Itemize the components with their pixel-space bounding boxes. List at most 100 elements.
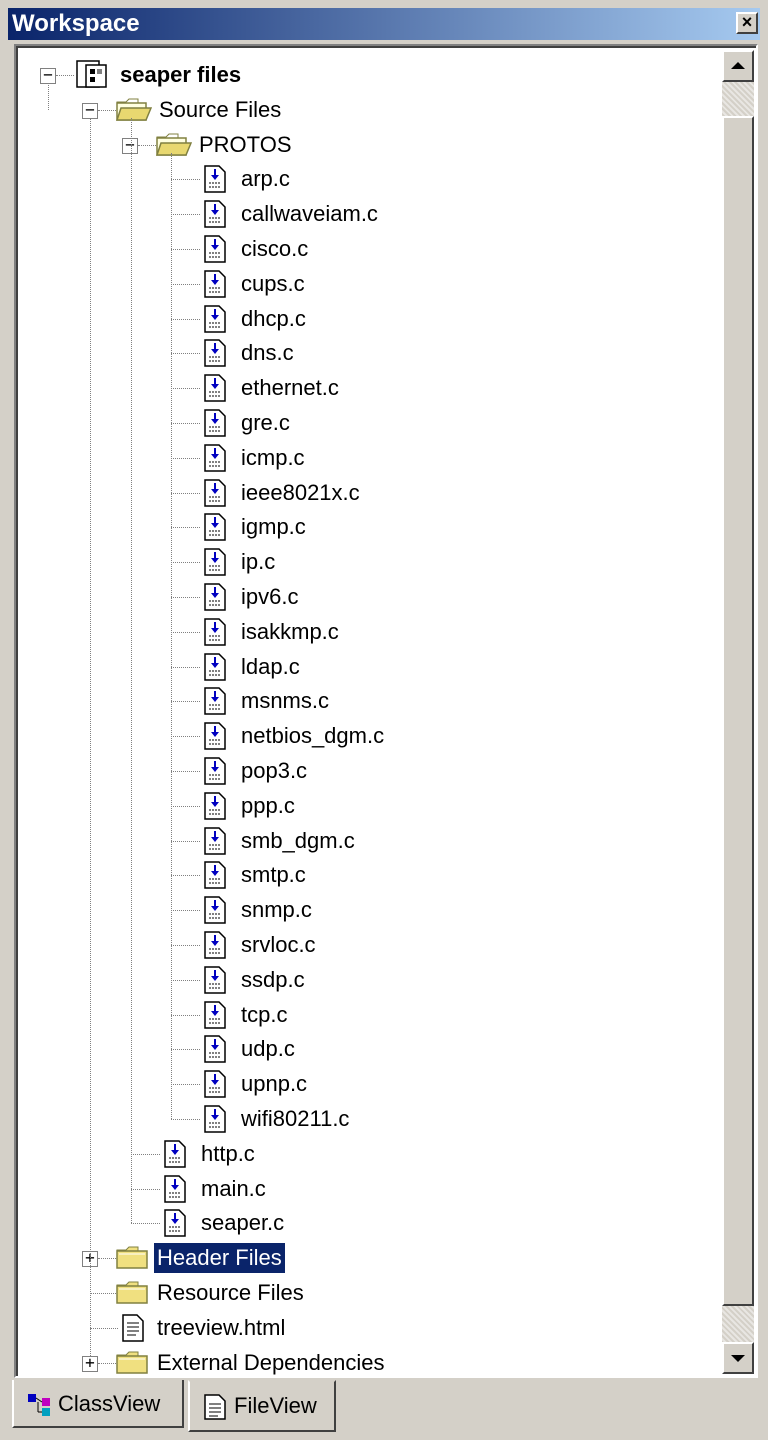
folder-open-icon bbox=[155, 133, 193, 157]
tree-file-item[interactable]: smb_dgm.c bbox=[238, 826, 358, 856]
tree-root-label[interactable]: seaper files bbox=[117, 60, 244, 90]
tree-file-item[interactable]: ip.c bbox=[238, 547, 278, 577]
tree-line bbox=[171, 597, 200, 598]
tree-file-item[interactable]: smtp.c bbox=[238, 860, 309, 890]
c-source-file-icon bbox=[204, 1035, 226, 1064]
close-button[interactable]: × bbox=[736, 12, 758, 34]
tree-folder-header-files[interactable]: Header Files bbox=[153, 1242, 286, 1275]
tree-file-item[interactable]: dns.c bbox=[238, 338, 297, 368]
tree-file-item[interactable]: upnp.c bbox=[238, 1069, 310, 1099]
tree-line bbox=[171, 840, 200, 842]
class-view-icon bbox=[28, 1394, 50, 1416]
c-source-file-icon bbox=[204, 583, 226, 611]
vertical-scrollbar[interactable] bbox=[722, 50, 754, 1374]
tree-line bbox=[171, 875, 200, 877]
c-source-file-icon bbox=[204, 409, 226, 437]
tree-file-item[interactable]: srvloc.c bbox=[238, 930, 319, 960]
tree-file-item[interactable]: msnms.c bbox=[238, 686, 332, 716]
tree-line bbox=[171, 771, 200, 772]
tree-file-item[interactable]: ssdp.c bbox=[238, 965, 308, 995]
tab-fileview[interactable]: FileView bbox=[188, 1380, 336, 1432]
tree-line bbox=[131, 1223, 160, 1225]
close-icon: × bbox=[741, 12, 753, 32]
tree-line bbox=[171, 1049, 200, 1051]
tree-file-item[interactable]: seaper.c bbox=[198, 1208, 287, 1238]
c-source-file-icon bbox=[204, 652, 226, 681]
tree-file-item[interactable]: gre.c bbox=[238, 408, 293, 438]
tree-file-item[interactable]: isakkmp.c bbox=[238, 617, 342, 647]
c-source-file-icon bbox=[204, 966, 226, 994]
c-source-file-icon bbox=[204, 548, 226, 576]
tree-line bbox=[90, 117, 91, 1356]
tree-file-item[interactable]: cups.c bbox=[238, 269, 308, 299]
tree-line bbox=[171, 1084, 200, 1086]
tree-line bbox=[171, 736, 200, 738]
expand-icon[interactable]: + bbox=[82, 1354, 98, 1372]
collapse-icon[interactable]: − bbox=[40, 67, 56, 84]
c-source-file-icon bbox=[204, 304, 226, 333]
tree-file-item[interactable]: tcp.c bbox=[238, 1000, 290, 1030]
tree-line bbox=[56, 75, 74, 76]
tree-file-item[interactable]: netbios_dgm.c bbox=[238, 721, 387, 751]
html-file-icon bbox=[122, 1314, 144, 1342]
tree-line bbox=[131, 1188, 160, 1190]
tree-file-item[interactable]: dhcp.c bbox=[238, 304, 309, 334]
tree-line bbox=[90, 1293, 116, 1294]
tree-file-item[interactable]: ethernet.c bbox=[238, 373, 342, 403]
folder-open-icon bbox=[115, 98, 153, 122]
c-source-file-icon bbox=[204, 478, 226, 507]
tree-line bbox=[48, 83, 49, 110]
tree-file-item[interactable]: udp.c bbox=[238, 1034, 298, 1064]
tree-file-item[interactable]: callwaveiam.c bbox=[238, 199, 381, 229]
tree-folder-protos[interactable]: PROTOS bbox=[196, 130, 295, 160]
tree-file-item[interactable]: main.c bbox=[198, 1174, 269, 1204]
collapse-icon[interactable]: − bbox=[82, 101, 98, 119]
tree-file-item[interactable]: http.c bbox=[198, 1139, 258, 1169]
tree-folder-external-dependencies[interactable]: External Dependencies bbox=[154, 1348, 387, 1376]
tree-file-item[interactable]: treeview.html bbox=[154, 1313, 288, 1343]
tree-line bbox=[171, 910, 200, 912]
window-title: Workspace bbox=[12, 10, 140, 37]
scroll-up-button[interactable] bbox=[722, 50, 754, 82]
tree-folder-source-files[interactable]: Source Files bbox=[156, 95, 284, 125]
tree-file-item[interactable]: icmp.c bbox=[238, 443, 308, 473]
tree-line bbox=[171, 1119, 200, 1120]
tree-file-item[interactable]: ieee8021x.c bbox=[238, 478, 363, 508]
tree-line bbox=[171, 249, 200, 250]
tree-line bbox=[90, 1327, 118, 1329]
tree-file-item[interactable]: snmp.c bbox=[238, 895, 315, 925]
c-source-file-icon bbox=[204, 235, 226, 263]
tree-line bbox=[171, 805, 200, 807]
tree-file-item[interactable]: ldap.c bbox=[238, 652, 303, 682]
c-source-file-icon bbox=[204, 270, 226, 298]
tree-line bbox=[171, 492, 200, 494]
tree-file-item[interactable]: cisco.c bbox=[238, 234, 311, 264]
c-source-file-icon bbox=[164, 1140, 186, 1168]
c-source-file-icon bbox=[164, 1174, 186, 1203]
tree-line bbox=[171, 457, 200, 459]
tree-file-item[interactable]: ipv6.c bbox=[238, 582, 301, 612]
tree-file-item[interactable]: arp.c bbox=[238, 164, 293, 194]
tab-classview-label: ClassView bbox=[58, 1391, 161, 1416]
c-source-file-icon bbox=[204, 339, 226, 368]
c-source-file-icon bbox=[204, 722, 226, 750]
tree-file-item[interactable]: ppp.c bbox=[238, 791, 298, 821]
tree-file-item[interactable]: igmp.c bbox=[238, 512, 309, 542]
tree-line bbox=[98, 1362, 116, 1364]
tab-classview[interactable]: ClassView bbox=[12, 1380, 184, 1428]
c-source-file-icon bbox=[204, 200, 226, 228]
tree-line bbox=[171, 152, 172, 1119]
tree-line bbox=[131, 117, 132, 1224]
scroll-down-button[interactable] bbox=[722, 1342, 754, 1374]
tree-line bbox=[171, 214, 200, 216]
collapse-icon[interactable]: − bbox=[122, 136, 138, 154]
tree-file-item[interactable]: pop3.c bbox=[238, 756, 310, 786]
arrow-up-icon bbox=[731, 62, 745, 69]
tree-folder-resource-files[interactable]: Resource Files bbox=[154, 1278, 307, 1308]
tree-file-item[interactable]: wifi80211.c bbox=[238, 1104, 352, 1134]
tree-line bbox=[171, 388, 200, 390]
scroll-thumb[interactable] bbox=[722, 116, 754, 1306]
c-source-file-icon bbox=[204, 513, 226, 542]
tree-line bbox=[171, 562, 200, 564]
tree-view[interactable]: − seaper files − Source Files − PROTOS arp.c ca… bbox=[14, 44, 758, 1378]
